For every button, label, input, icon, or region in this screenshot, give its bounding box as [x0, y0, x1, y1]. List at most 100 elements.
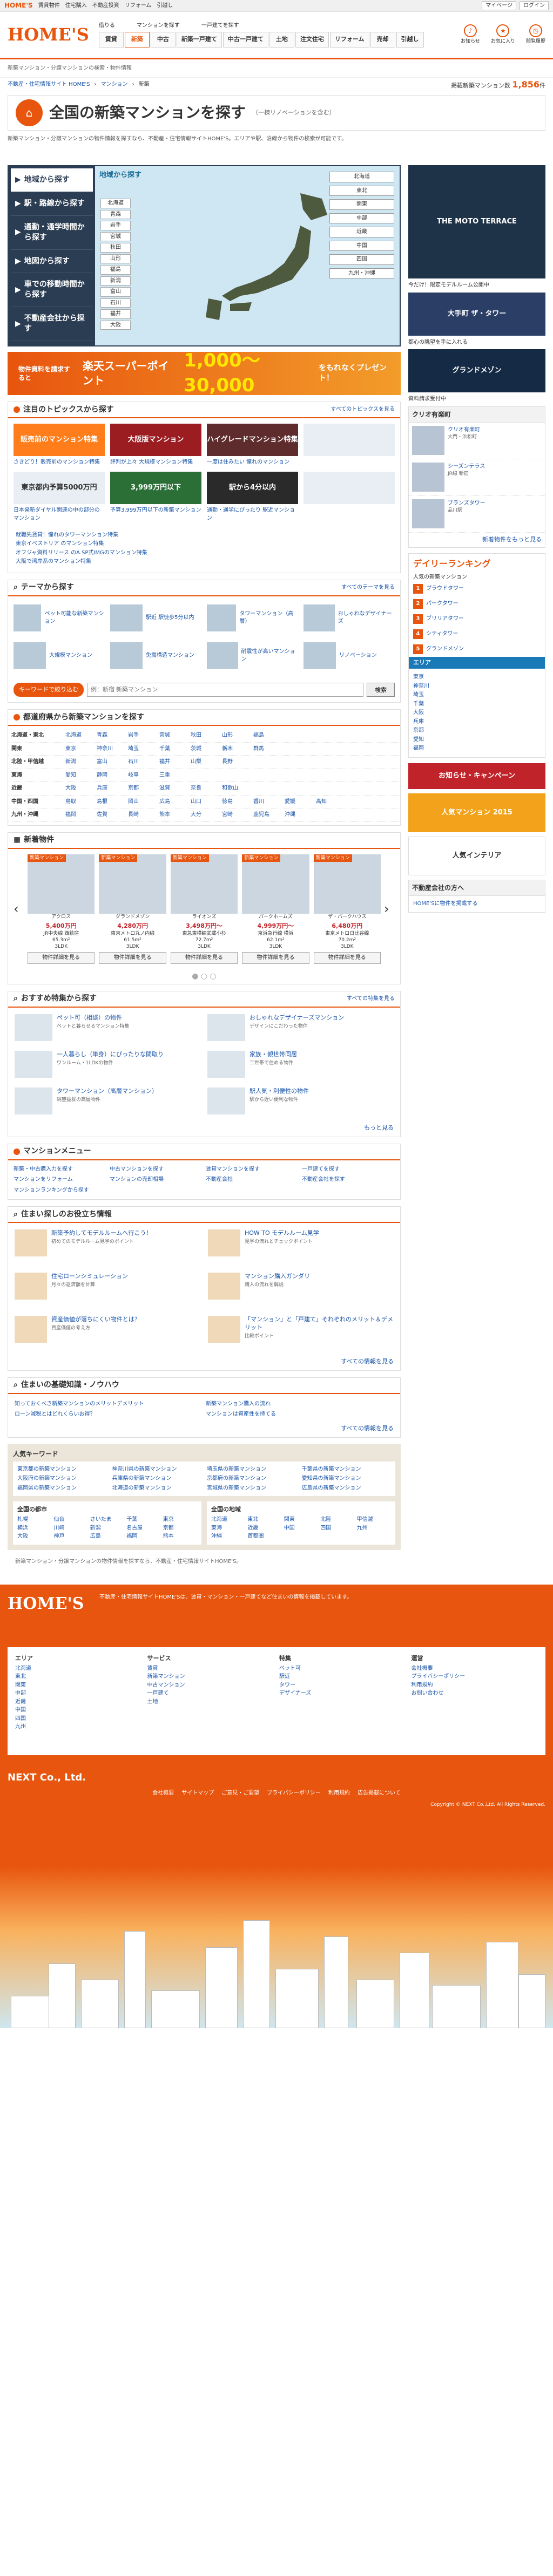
topic-text-link[interactable]: 東京イベストリア のマンション特集	[16, 541, 104, 547]
city-link[interactable]: 東京	[163, 1516, 197, 1524]
carousel-dots[interactable]: ● ○ ○	[8, 969, 400, 984]
city-link[interactable]: 札幌	[17, 1516, 51, 1524]
pref-link[interactable]: 福島	[253, 732, 285, 739]
topic-card[interactable]: 販売前のマンション特集 さきどり！販売前のマンション特集	[14, 424, 105, 466]
theme-item[interactable]: おしゃれなデザイナーズ	[304, 602, 395, 634]
menu-link[interactable]: 中古マンションを探す	[110, 1166, 203, 1173]
theme-item[interactable]: リノベーション	[304, 640, 395, 672]
pref-link[interactable]: 島根	[97, 798, 128, 806]
featured-item[interactable]: シーズンテラス JR線 新宿	[409, 459, 545, 496]
more-link[interactable]: すべてのテーマを見る	[341, 584, 395, 592]
feature-item[interactable]: おしゃれなデザイナーズマンション デザインにこだわった物件	[207, 1014, 394, 1044]
area-link[interactable]: 京都	[413, 728, 424, 733]
pref-link[interactable]: 新潟	[65, 758, 97, 766]
topbar-link[interactable]: 不動産投資	[92, 2, 119, 10]
useful-item[interactable]: マンション購入ガンダリ 購入の流れを解説	[208, 1273, 394, 1308]
basics-link[interactable]: 知っておくべき新築マンションのメリットデメリット	[15, 1401, 203, 1408]
pref-link[interactable]: 佐賀	[97, 811, 128, 819]
pref-link[interactable]: 長野	[222, 758, 253, 766]
property-card[interactable]: 新築マンション アクロス 5,400万円 JR中央線 西荻窪 65.3m² 3LDK 物件詳…	[28, 854, 95, 964]
featured-item[interactable]: クリオ有楽町 大門・浜松町	[409, 423, 545, 459]
keyword-search-button[interactable]: 検索	[367, 682, 395, 697]
theme-item[interactable]: 駅近 駅徒歩5分以内	[110, 602, 201, 634]
ranking-link[interactable]: プラウドタワー	[426, 585, 464, 593]
topic-link[interactable]: 予算3,999万円以下の新築マンション	[110, 507, 201, 513]
featured-link[interactable]: シーズンテラス	[448, 464, 485, 470]
more-link[interactable]: すべての特集を見る	[347, 995, 395, 1003]
pref-link[interactable]: 栃木	[222, 745, 253, 753]
ranking-item[interactable]: 1 プラウドタワー	[409, 581, 545, 596]
tab-custom[interactable]: 注文住宅	[295, 31, 329, 47]
corporate-nav-link[interactable]: プライバシーポリシー	[267, 1790, 321, 1797]
topic-card[interactable]: ハイグレードマンション特集 一度は住みたい 憧れのマンション	[207, 424, 298, 466]
theme-item[interactable]: 耐震性が高いマンション	[207, 640, 298, 672]
region-link[interactable]: 中国	[284, 1525, 318, 1532]
topic-card[interactable]: 3,999万円以下 予算3,999万円以下の新築マンション	[110, 471, 201, 522]
pref-link[interactable]: 福井	[159, 758, 191, 766]
pref-link[interactable]: 愛媛	[285, 798, 316, 806]
feature-link[interactable]: 家族・親世帯同居	[249, 1051, 297, 1058]
tab-land[interactable]: 土地	[269, 31, 294, 47]
more-link[interactable]: すべての情報を見る	[341, 1425, 394, 1432]
theme-link[interactable]: おしゃれなデザイナーズ	[338, 610, 395, 625]
property-card[interactable]: 新築マンション ライオンズ 3,498万円〜 東急東横線武蔵小杉 72.7m² 3LDK 物…	[170, 854, 238, 964]
pref-link[interactable]: 大阪	[65, 785, 97, 792]
city-link[interactable]: 神戸	[53, 1533, 87, 1540]
keyword-link[interactable]: 千葉県の新築マンション	[302, 1466, 392, 1473]
login-button[interactable]: ログイン	[520, 1, 549, 11]
ranking-link[interactable]: パークタワー	[426, 600, 458, 608]
pref-button[interactable]: 山形	[100, 254, 131, 263]
footer-logo[interactable]: HOME'S	[8, 1593, 89, 1636]
ranking-link[interactable]: ブリリアタワー	[426, 615, 464, 623]
topbar-link[interactable]: 賃貸物件	[38, 2, 60, 10]
pref-link[interactable]: 埼玉	[128, 745, 159, 753]
keyword-link[interactable]: 北海道の新築マンション	[112, 1485, 202, 1492]
topbar-logo[interactable]: HOME'S	[4, 1, 33, 10]
city-link[interactable]: 福岡	[126, 1533, 160, 1540]
corporate-nav-link[interactable]: 利用規約	[328, 1790, 350, 1797]
theme-item[interactable]: 大規模マンション	[14, 640, 105, 672]
city-link[interactable]: 大阪	[17, 1533, 51, 1540]
feature-link[interactable]: ペット可（相談）の物件	[57, 1014, 122, 1021]
topic-link[interactable]: さきどり！販売前のマンション特集	[14, 459, 100, 465]
city-link[interactable]: さいたま	[90, 1516, 124, 1524]
ad-caption[interactable]: 都心の眺望を手に入れる	[408, 339, 545, 346]
tab-used-house[interactable]: 中古一戸建て	[222, 31, 268, 47]
useful-item[interactable]: 資産価値が落ちにくい物件とは？ 資産価値の考え方	[15, 1316, 200, 1351]
pref-button[interactable]: 岩手	[100, 221, 131, 230]
ad-banner[interactable]: グランドメゾン	[408, 349, 545, 392]
pref-link[interactable]: 兵庫	[97, 785, 128, 792]
footer-link[interactable]: 利用規約	[412, 1682, 538, 1689]
featured-link[interactable]: ブランズタワー	[448, 500, 485, 506]
topic-card[interactable]	[304, 471, 395, 522]
pref-button[interactable]: 石川	[100, 298, 131, 308]
area-link[interactable]: 大阪	[413, 710, 424, 716]
property-detail-button[interactable]: 物件詳細を見る	[99, 952, 166, 964]
region-link[interactable]: 甲信越	[357, 1516, 391, 1524]
pref-link[interactable]: 秋田	[191, 732, 222, 739]
pref-link[interactable]: 滋賀	[159, 785, 191, 792]
footer-link[interactable]: 東北	[15, 1673, 142, 1681]
feature-link[interactable]: おしゃれなデザイナーズマンション	[249, 1014, 344, 1021]
favorite-button[interactable]: ★ お気に入り	[491, 24, 515, 45]
tab-new[interactable]: 新築	[124, 31, 150, 47]
feature-link[interactable]: タワーマンション（高層マンション）	[57, 1088, 158, 1095]
footer-link[interactable]: 北海道	[15, 1665, 142, 1673]
breadcrumb-item[interactable]: 不動産・住宅情報サイト HOME'S	[8, 81, 90, 89]
region-link[interactable]: 北陸	[320, 1516, 354, 1524]
region-button[interactable]: 四国	[329, 254, 394, 265]
featured-link[interactable]: クリオ有楽町	[448, 427, 480, 433]
region-link[interactable]: 東海	[211, 1525, 245, 1532]
footer-link[interactable]: 駅近	[279, 1673, 406, 1681]
footer-link[interactable]: 中国	[15, 1707, 142, 1714]
pref-button[interactable]: 富山	[100, 287, 131, 297]
pref-link[interactable]: 長崎	[128, 811, 159, 819]
pref-link[interactable]: 群馬	[253, 745, 285, 753]
feature-item[interactable]: タワーマンション（高層マンション） 眺望抜群の高層物件	[15, 1087, 201, 1118]
region-link[interactable]: 四国	[320, 1525, 354, 1532]
footer-link[interactable]: 四国	[15, 1715, 142, 1723]
region-link[interactable]: 関東	[284, 1516, 318, 1524]
menu-link[interactable]: 不動産会社を探す	[302, 1176, 395, 1184]
property-detail-button[interactable]: 物件詳細を見る	[28, 952, 95, 964]
city-link[interactable]: 広島	[90, 1533, 124, 1540]
